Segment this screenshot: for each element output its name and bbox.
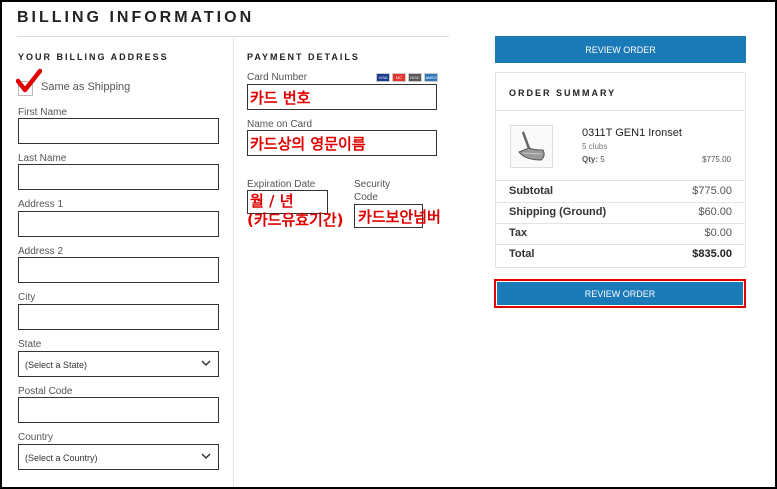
mastercard-card-icon: MC (392, 73, 406, 82)
country-select-value: (Select a Country) (25, 453, 98, 463)
summary-divider (496, 244, 745, 245)
country-select[interactable]: (Select a Country) (18, 444, 219, 470)
amex-card-icon: AMEX (424, 73, 438, 82)
last-name-field[interactable] (18, 164, 219, 190)
quantity-label: Qty: (582, 155, 598, 164)
first-name-label: First Name (18, 107, 67, 118)
tax-label: Tax (509, 227, 528, 239)
shipping-label: Shipping (Ground) (509, 206, 607, 218)
checkmark-icon (16, 68, 42, 93)
summary-divider (496, 110, 745, 111)
order-summary-panel: ORDER SUMMARY 0311T GEN1 Ironset 5 clubs… (495, 72, 746, 268)
state-select-value: (Select a State) (25, 360, 88, 370)
order-summary-heading: ORDER SUMMARY (509, 88, 617, 98)
shipping-value: $60.00 (698, 206, 732, 218)
visa-card-icon: VISA (376, 73, 390, 82)
subtotal-value: $775.00 (692, 185, 732, 197)
address1-label: Address 1 (18, 199, 64, 210)
country-label: Country (18, 432, 54, 443)
golf-iron-icon (518, 131, 545, 161)
address2-label: Address 2 (18, 246, 64, 257)
expiration-annotation-line2: (카드유효기간) (247, 211, 344, 229)
product-thumbnail (510, 125, 553, 168)
product-name: 0311T GEN1 Ironset (582, 127, 682, 139)
security-code-label-line2: Code (354, 192, 378, 203)
product-subtitle: 5 clubs (582, 142, 608, 151)
security-code-label-line1: Security (354, 179, 391, 190)
summary-divider (496, 180, 745, 181)
address1-field[interactable] (18, 211, 219, 237)
city-label: City (18, 292, 36, 303)
name-on-card-annotation: 카드상의 영문이름 (250, 135, 366, 153)
total-value: $835.00 (692, 248, 732, 260)
tax-row: Tax $0.00 (509, 227, 732, 243)
expiration-label: Expiration Date (247, 179, 316, 190)
total-label: Total (509, 248, 535, 260)
quantity-value: 5 (600, 155, 605, 164)
shipping-row: Shipping (Ground) $60.00 (509, 206, 732, 222)
chevron-down-icon (201, 360, 211, 367)
card-number-annotation: 카드 번호 (250, 89, 311, 107)
address2-field[interactable] (18, 257, 219, 283)
same-as-shipping-label: Same as Shipping (41, 81, 131, 93)
name-on-card-label: Name on Card (247, 119, 313, 130)
subtotal-row: Subtotal $775.00 (509, 185, 732, 201)
product-price: $775.00 (702, 155, 731, 164)
state-select[interactable]: (Select a State) (18, 351, 219, 377)
subtotal-label: Subtotal (509, 185, 553, 197)
review-order-button-bottom[interactable]: REVIEW ORDER (497, 282, 743, 305)
expiration-annotation-line1: 월 / 년 (250, 192, 294, 210)
tax-value: $0.00 (704, 227, 732, 239)
chevron-down-icon (201, 453, 211, 460)
product-quantity: Qty: 5 (582, 155, 605, 164)
discover-card-icon: DISC (408, 73, 422, 82)
summary-divider (496, 223, 745, 224)
billing-address-heading: YOUR BILLING ADDRESS (18, 52, 169, 62)
card-brand-icons: VISA MC DISC AMEX (376, 73, 438, 82)
state-label: State (18, 339, 42, 350)
postal-code-field[interactable] (18, 397, 219, 423)
postal-code-label: Postal Code (18, 386, 73, 397)
security-code-annotation: 카드보안넘버 (358, 208, 441, 226)
last-name-label: Last Name (18, 153, 67, 164)
total-row: Total $835.00 (509, 248, 732, 264)
first-name-field[interactable] (18, 118, 219, 144)
column-divider (233, 38, 234, 487)
review-order-button-top[interactable]: REVIEW ORDER (495, 36, 746, 63)
page-title: BILLING INFORMATION (17, 9, 255, 26)
title-divider (17, 36, 449, 37)
payment-details-heading: PAYMENT DETAILS (247, 52, 360, 62)
city-field[interactable] (18, 304, 219, 330)
summary-divider (496, 202, 745, 203)
card-number-label: Card Number (247, 72, 308, 83)
